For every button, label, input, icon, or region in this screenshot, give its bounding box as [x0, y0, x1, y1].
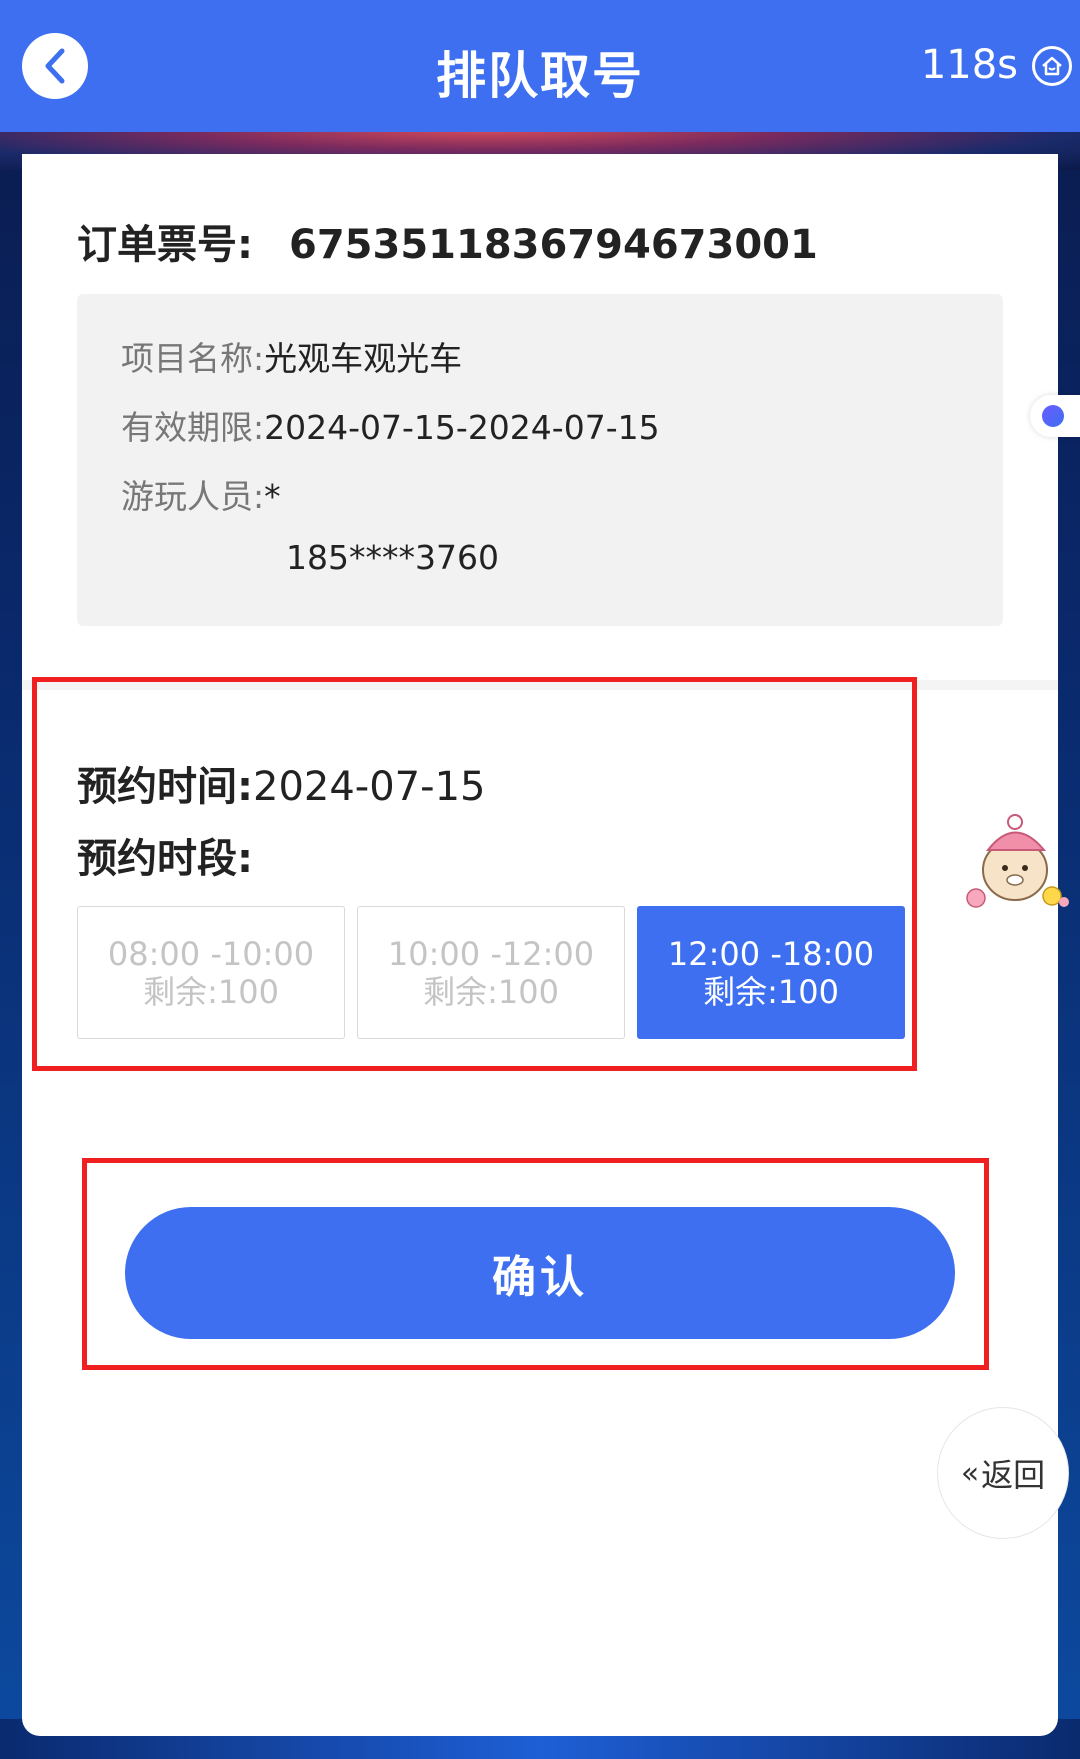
- validity-row: 有效期限:2024-07-15-2024-07-15: [121, 401, 660, 449]
- visitor-label: 游玩人员:: [121, 477, 265, 516]
- validity-value: 2024-07-15-2024-07-15: [264, 408, 660, 447]
- double-chevron-left-icon: «: [960, 1455, 980, 1491]
- home-icon[interactable]: [1032, 46, 1072, 86]
- assistant-icon: [1042, 405, 1064, 427]
- return-button[interactable]: «返回: [937, 1407, 1069, 1539]
- project-label: 项目名称:: [121, 339, 265, 378]
- project-row: 项目名称:光观车观光车: [121, 332, 462, 380]
- highlight-box-appointment: [32, 677, 917, 1071]
- highlight-box-confirm: [82, 1158, 989, 1370]
- validity-label: 有效期限:: [121, 408, 265, 447]
- return-label: 返回: [981, 1456, 1046, 1494]
- house-glyph: [1042, 56, 1062, 76]
- visitor-phone: 185****3760: [286, 538, 499, 577]
- mascot-bear-sticker: [966, 814, 1069, 908]
- order-info-box: 项目名称:光观车观光车 有效期限:2024-07-15-2024-07-15 游…: [77, 294, 1003, 626]
- visitor-row: 游玩人员:*: [121, 470, 281, 518]
- page-title: 排队取号: [436, 47, 644, 105]
- assistant-float-tab[interactable]: [1030, 395, 1080, 437]
- order-number-row: 订单票号: 6753511836794673001: [77, 212, 818, 270]
- header-bar: 排队取号 118s: [0, 0, 1080, 132]
- order-number-value: 6753511836794673001: [289, 222, 818, 268]
- project-value: 光观车观光车: [264, 339, 463, 378]
- visitor-name: *: [264, 477, 281, 516]
- order-number-label: 订单票号:: [77, 222, 253, 268]
- countdown-timer: 118s: [920, 42, 1018, 88]
